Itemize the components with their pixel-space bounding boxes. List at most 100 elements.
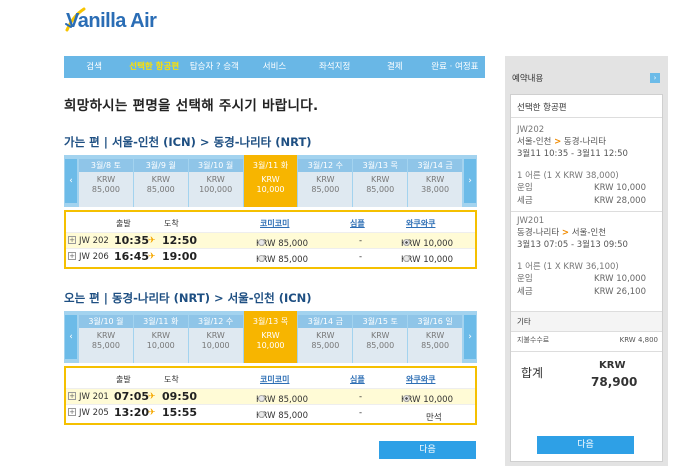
expand-icon[interactable]: + bbox=[68, 392, 76, 400]
date-tab[interactable]: 3월/10 월 KRW 100,000 bbox=[188, 155, 243, 207]
date-tab[interactable]: 3월/15 토 KRW 85,000 bbox=[353, 311, 408, 363]
step-2[interactable]: 탑승자 ? 승객 bbox=[184, 56, 244, 78]
date-currency: KRW bbox=[316, 331, 335, 340]
total-box: 합계 KRW 78,900 bbox=[511, 355, 662, 395]
outbound-route: 서울-인천 (ICN) > 동경-나리타 (NRT) bbox=[111, 135, 312, 149]
next-button[interactable]: 다음 bbox=[379, 441, 476, 459]
fare-wakuwaku-radio[interactable] bbox=[403, 395, 410, 402]
date-currency: KRW bbox=[261, 331, 280, 340]
total-label: 합계 bbox=[521, 366, 544, 380]
outbound-dates: 3월/8 토 KRW 85,000 3월/9 월 KRW 85,000 3월/10 월 KRW… bbox=[79, 155, 463, 207]
outbound-flight-table: 출발 도착 코미코미 심플 와쿠와쿠 + JW 202 10:35 ✈ 12:50 KRW… bbox=[64, 210, 477, 269]
fare-comicomi-radio[interactable] bbox=[258, 239, 265, 246]
flight-number: JW 205 bbox=[79, 408, 109, 418]
fare-simple-price: - bbox=[359, 236, 363, 246]
expand-icon[interactable]: + bbox=[68, 236, 76, 244]
total-amount: 78,900 bbox=[591, 375, 638, 389]
date-label: 3월/16 일 bbox=[408, 315, 463, 328]
date-tab[interactable]: 3월/13 목 KRW 85,000 bbox=[353, 155, 408, 207]
fare-comicomi-link[interactable]: 코미코미 bbox=[260, 218, 289, 229]
date-tab[interactable]: 3월/9 월 KRW 85,000 bbox=[133, 155, 188, 207]
fare-simple-link[interactable]: 심플 bbox=[350, 374, 365, 385]
step-1[interactable]: 선택한 항공편 bbox=[124, 56, 184, 78]
leg1-flight-no: JW202 bbox=[517, 125, 545, 135]
date-label: 3월/11 화 bbox=[133, 315, 188, 328]
date-currency: KRW bbox=[425, 331, 445, 340]
fare-comicomi-radio[interactable] bbox=[258, 395, 265, 402]
sidebar-next-button[interactable]: 다음 bbox=[537, 436, 634, 454]
logo-text: Vanilla Air bbox=[66, 10, 157, 32]
leg2-route: 동경-나리타 > 서울-인천 bbox=[511, 227, 662, 239]
date-tab[interactable]: 3월/16 일 KRW 85,000 bbox=[408, 311, 463, 363]
departure-time: 16:45 bbox=[114, 250, 150, 263]
date-label: 3월/10 월 bbox=[79, 315, 133, 328]
plane-icon: ✈ bbox=[148, 408, 156, 418]
date-tab[interactable]: 3월/14 금 KRW 38,000 bbox=[408, 155, 463, 207]
fare-comicomi-link[interactable]: 코미코미 bbox=[260, 374, 289, 385]
date-price: 85,000 bbox=[421, 341, 450, 350]
leg2-fare-row: 운임 KRW 10,000 bbox=[517, 274, 646, 284]
date-tab[interactable]: 3월/10 월 KRW 85,000 bbox=[79, 311, 133, 363]
col-arr: 도착 bbox=[164, 219, 179, 228]
fare-wakuwaku-link[interactable]: 와쿠와쿠 bbox=[406, 374, 435, 385]
fare-comicomi-radio[interactable] bbox=[258, 411, 265, 418]
arrival-time: 19:00 bbox=[162, 250, 198, 263]
inbound-dates: 3월/10 월 KRW 85,000 3월/11 화 KRW 10,000 3월/12 수K… bbox=[79, 311, 463, 363]
next-dates-arrow-icon[interactable]: › bbox=[464, 315, 476, 359]
date-price: 10,000 bbox=[256, 185, 285, 194]
date-currency: KRW bbox=[425, 175, 445, 184]
date-label: 3월/13 목 bbox=[353, 159, 408, 172]
fare-wakuwaku-radio[interactable] bbox=[403, 255, 410, 262]
fare-wakuwaku-radio[interactable] bbox=[403, 239, 410, 246]
inbound-prefix: 오는 편 | bbox=[64, 291, 108, 305]
date-tab[interactable]: 3월/11 화 KRW 10,000 bbox=[133, 311, 188, 363]
date-currency: KRW bbox=[371, 175, 390, 184]
col-dep: 출발 bbox=[116, 219, 131, 228]
expand-icon[interactable]: + bbox=[68, 252, 76, 260]
step-6[interactable]: 완료 · 여정표 bbox=[425, 56, 485, 78]
flight-row: + JW 206 16:45 ✈ 19:00 KRW 85,000- KRW 10,000 bbox=[66, 248, 475, 265]
date-price: 85,000 bbox=[91, 185, 120, 194]
leg1-route: 서울-인천 > 동경-나리타 bbox=[511, 136, 662, 148]
leg1-time: 3월11 10:35 - 3월11 12:50 bbox=[517, 149, 628, 159]
expand-icon[interactable]: + bbox=[68, 408, 76, 416]
next-dates-arrow-icon[interactable]: › bbox=[464, 159, 476, 203]
date-tab[interactable]: 3월/11 화 KRW 10,000 bbox=[243, 155, 298, 207]
leg2-pax: 1 어른 (1 X KRW 36,100) bbox=[517, 262, 619, 272]
date-tab[interactable]: 3월/8 토 KRW 85,000 bbox=[79, 155, 133, 207]
step-3[interactable]: 서비스 bbox=[244, 56, 304, 78]
outbound-prefix: 가는 편 | bbox=[64, 135, 108, 149]
selected-flights-title: 선택한 항공편 bbox=[511, 95, 662, 118]
date-tab[interactable]: 3월/12 수 KRW 10,000 bbox=[188, 311, 243, 363]
plane-icon: ✈ bbox=[148, 392, 156, 402]
date-price: 85,000 bbox=[311, 341, 340, 350]
sidebar-toggle-icon[interactable]: › bbox=[650, 73, 660, 83]
prev-dates-arrow-icon[interactable]: ‹ bbox=[65, 315, 77, 359]
fare-simple-link[interactable]: 심플 bbox=[350, 218, 365, 229]
date-label: 3월/15 토 bbox=[353, 315, 408, 328]
date-tab[interactable]: 3월/14 금 KRW 85,000 bbox=[298, 311, 353, 363]
flight-row: + JW 202 10:35 ✈ 12:50 KRW 85,000- KRW 10,000 bbox=[66, 232, 475, 249]
step-4[interactable]: 좌석지정 bbox=[305, 56, 365, 78]
prev-dates-arrow-icon[interactable]: ‹ bbox=[65, 159, 77, 203]
flight-number: JW 206 bbox=[79, 252, 109, 262]
vanilla-air-logo[interactable]: Vanilla Air bbox=[64, 6, 174, 36]
outbound-table-header: 출발 도착 코미코미 심플 와쿠와쿠 bbox=[66, 212, 475, 232]
route-arrow-icon: > bbox=[554, 137, 562, 147]
leg1-from: 서울-인천 bbox=[517, 137, 552, 147]
outbound-date-strip: ‹ 3월/8 토 KRW 85,000 3월/9 월 KRW 85,000 3월/10 월K… bbox=[64, 155, 477, 207]
fare-comicomi-radio[interactable] bbox=[258, 255, 265, 262]
date-tab[interactable]: 3월/13 목 KRW 10,000 bbox=[243, 311, 298, 363]
flight-row: + JW 205 13:20 ✈ 15:55 KRW 85,000- 만석 bbox=[66, 404, 475, 423]
flight-number: JW 202 bbox=[79, 236, 109, 246]
inbound-table-header: 출발 도착 코미코미 심플 와쿠와쿠 bbox=[66, 368, 475, 388]
sidebar-title: 예약내용 bbox=[512, 74, 544, 84]
fare-wakuwaku-link[interactable]: 와쿠와쿠 bbox=[406, 218, 435, 229]
step-5[interactable]: 결제 bbox=[365, 56, 425, 78]
date-price: 85,000 bbox=[366, 341, 395, 350]
step-0[interactable]: 검색 bbox=[64, 56, 124, 78]
leg2-tax-row: 세금 KRW 26,100 bbox=[517, 287, 646, 297]
arrival-time: 15:55 bbox=[162, 406, 198, 419]
reservation-sidebar: 예약내용 › 선택한 항공편 JW202 서울-인천 > 동경-나리타 3월11… bbox=[505, 56, 668, 466]
date-tab[interactable]: 3월/12 수 KRW 85,000 bbox=[298, 155, 353, 207]
